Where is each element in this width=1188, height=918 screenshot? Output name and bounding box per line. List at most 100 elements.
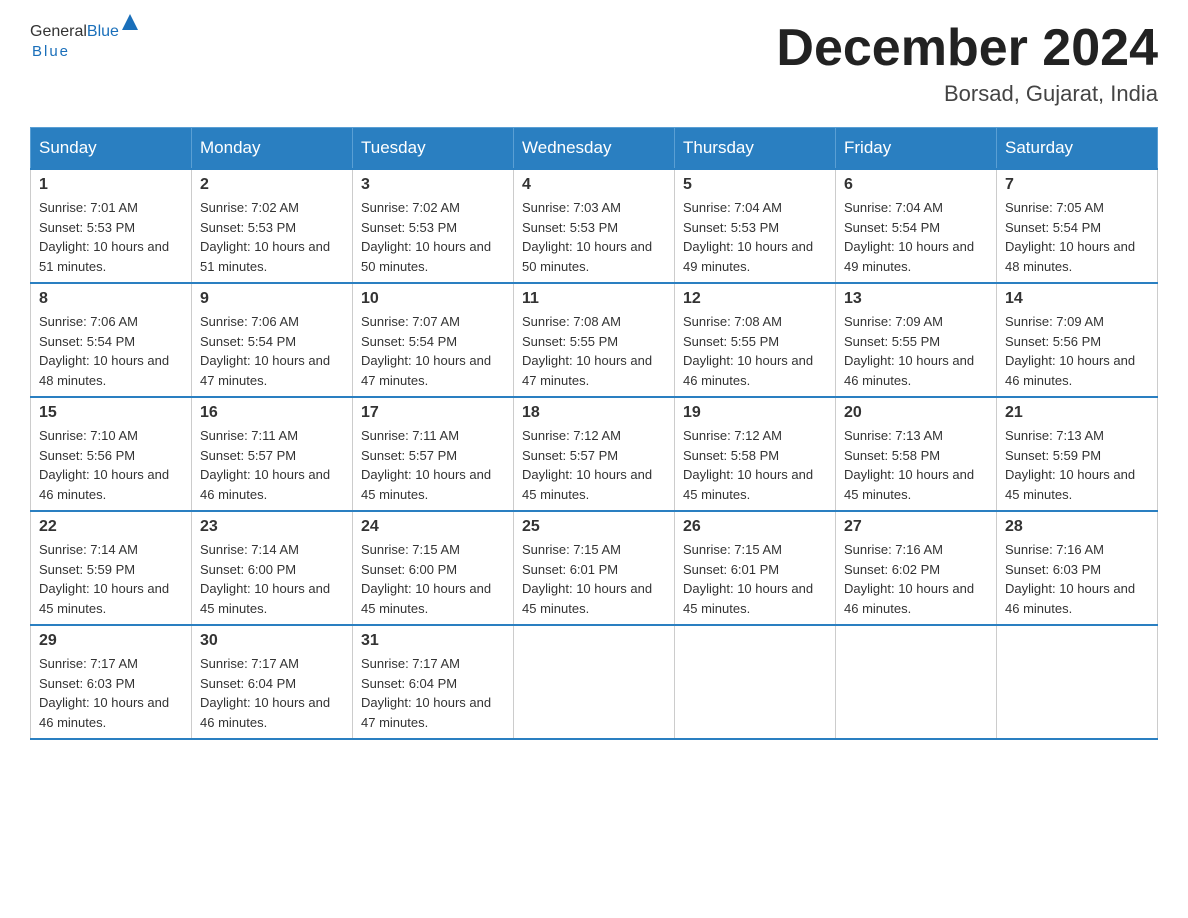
day-info: Sunrise: 7:15 AM Sunset: 6:00 PM Dayligh…: [361, 540, 505, 618]
week-row-4: 22 Sunrise: 7:14 AM Sunset: 5:59 PM Dayl…: [31, 511, 1158, 625]
day-cell: 27 Sunrise: 7:16 AM Sunset: 6:02 PM Dayl…: [836, 511, 997, 625]
day-number: 22: [39, 518, 183, 536]
daylight-label: Daylight: 10 hours and 45 minutes.: [361, 467, 491, 502]
sunset-label: Sunset: 5:54 PM: [200, 334, 296, 349]
daylight-label: Daylight: 10 hours and 47 minutes.: [361, 353, 491, 388]
sunset-label: Sunset: 5:53 PM: [200, 220, 296, 235]
sunrise-label: Sunrise: 7:05 AM: [1005, 200, 1104, 215]
daylight-label: Daylight: 10 hours and 50 minutes.: [361, 239, 491, 274]
sunset-label: Sunset: 5:58 PM: [844, 448, 940, 463]
day-number: 30: [200, 632, 344, 650]
sunset-label: Sunset: 6:04 PM: [200, 676, 296, 691]
day-number: 9: [200, 290, 344, 308]
day-number: 25: [522, 518, 666, 536]
daylight-label: Daylight: 10 hours and 45 minutes.: [1005, 467, 1135, 502]
header-saturday: Saturday: [997, 128, 1158, 170]
daylight-label: Daylight: 10 hours and 49 minutes.: [844, 239, 974, 274]
day-cell: 2 Sunrise: 7:02 AM Sunset: 5:53 PM Dayli…: [192, 169, 353, 283]
calendar-table: SundayMondayTuesdayWednesdayThursdayFrid…: [30, 127, 1158, 740]
day-number: 14: [1005, 290, 1149, 308]
day-cell: 28 Sunrise: 7:16 AM Sunset: 6:03 PM Dayl…: [997, 511, 1158, 625]
daylight-label: Daylight: 10 hours and 46 minutes.: [1005, 581, 1135, 616]
logo: General Blue Blue: [30, 20, 138, 60]
daylight-label: Daylight: 10 hours and 45 minutes.: [683, 581, 813, 616]
sunset-label: Sunset: 5:56 PM: [1005, 334, 1101, 349]
day-cell: [514, 625, 675, 739]
sunset-label: Sunset: 6:02 PM: [844, 562, 940, 577]
day-cell: 23 Sunrise: 7:14 AM Sunset: 6:00 PM Dayl…: [192, 511, 353, 625]
page-header: General Blue Blue December 2024 Borsad, …: [30, 20, 1158, 107]
day-number: 13: [844, 290, 988, 308]
week-row-5: 29 Sunrise: 7:17 AM Sunset: 6:03 PM Dayl…: [31, 625, 1158, 739]
month-title: December 2024: [776, 20, 1158, 77]
daylight-label: Daylight: 10 hours and 45 minutes.: [522, 581, 652, 616]
sunrise-label: Sunrise: 7:10 AM: [39, 428, 138, 443]
day-cell: 16 Sunrise: 7:11 AM Sunset: 5:57 PM Dayl…: [192, 397, 353, 511]
day-number: 11: [522, 290, 666, 308]
sunrise-label: Sunrise: 7:15 AM: [522, 542, 621, 557]
logo-blue-text: Blue: [87, 23, 119, 41]
week-row-2: 8 Sunrise: 7:06 AM Sunset: 5:54 PM Dayli…: [31, 283, 1158, 397]
day-number: 17: [361, 404, 505, 422]
header-wednesday: Wednesday: [514, 128, 675, 170]
day-info: Sunrise: 7:12 AM Sunset: 5:57 PM Dayligh…: [522, 426, 666, 504]
day-info: Sunrise: 7:08 AM Sunset: 5:55 PM Dayligh…: [683, 312, 827, 390]
day-cell: 18 Sunrise: 7:12 AM Sunset: 5:57 PM Dayl…: [514, 397, 675, 511]
daylight-label: Daylight: 10 hours and 46 minutes.: [39, 467, 169, 502]
day-number: 1: [39, 176, 183, 194]
day-info: Sunrise: 7:03 AM Sunset: 5:53 PM Dayligh…: [522, 198, 666, 276]
sunrise-label: Sunrise: 7:14 AM: [200, 542, 299, 557]
header-monday: Monday: [192, 128, 353, 170]
sunset-label: Sunset: 5:54 PM: [844, 220, 940, 235]
sunset-label: Sunset: 5:53 PM: [522, 220, 618, 235]
day-info: Sunrise: 7:12 AM Sunset: 5:58 PM Dayligh…: [683, 426, 827, 504]
daylight-label: Daylight: 10 hours and 47 minutes.: [361, 695, 491, 730]
day-number: 18: [522, 404, 666, 422]
day-info: Sunrise: 7:11 AM Sunset: 5:57 PM Dayligh…: [200, 426, 344, 504]
day-info: Sunrise: 7:15 AM Sunset: 6:01 PM Dayligh…: [522, 540, 666, 618]
week-row-3: 15 Sunrise: 7:10 AM Sunset: 5:56 PM Dayl…: [31, 397, 1158, 511]
sunrise-label: Sunrise: 7:12 AM: [522, 428, 621, 443]
day-info: Sunrise: 7:14 AM Sunset: 6:00 PM Dayligh…: [200, 540, 344, 618]
sunrise-label: Sunrise: 7:06 AM: [200, 314, 299, 329]
sunrise-label: Sunrise: 7:08 AM: [522, 314, 621, 329]
sunset-label: Sunset: 5:59 PM: [39, 562, 135, 577]
day-number: 23: [200, 518, 344, 536]
sunrise-label: Sunrise: 7:04 AM: [844, 200, 943, 215]
day-number: 5: [683, 176, 827, 194]
day-number: 3: [361, 176, 505, 194]
sunset-label: Sunset: 5:55 PM: [844, 334, 940, 349]
daylight-label: Daylight: 10 hours and 45 minutes.: [200, 581, 330, 616]
title-area: December 2024 Borsad, Gujarat, India: [776, 20, 1158, 107]
day-info: Sunrise: 7:15 AM Sunset: 6:01 PM Dayligh…: [683, 540, 827, 618]
day-cell: 1 Sunrise: 7:01 AM Sunset: 5:53 PM Dayli…: [31, 169, 192, 283]
day-number: 24: [361, 518, 505, 536]
day-cell: 20 Sunrise: 7:13 AM Sunset: 5:58 PM Dayl…: [836, 397, 997, 511]
day-info: Sunrise: 7:02 AM Sunset: 5:53 PM Dayligh…: [361, 198, 505, 276]
daylight-label: Daylight: 10 hours and 45 minutes.: [39, 581, 169, 616]
sunset-label: Sunset: 5:53 PM: [683, 220, 779, 235]
sunrise-label: Sunrise: 7:17 AM: [361, 656, 460, 671]
day-number: 12: [683, 290, 827, 308]
sunset-label: Sunset: 6:01 PM: [522, 562, 618, 577]
sunset-label: Sunset: 5:56 PM: [39, 448, 135, 463]
day-cell: 10 Sunrise: 7:07 AM Sunset: 5:54 PM Dayl…: [353, 283, 514, 397]
daylight-label: Daylight: 10 hours and 47 minutes.: [522, 353, 652, 388]
day-number: 4: [522, 176, 666, 194]
sunrise-label: Sunrise: 7:11 AM: [361, 428, 459, 443]
day-cell: 4 Sunrise: 7:03 AM Sunset: 5:53 PM Dayli…: [514, 169, 675, 283]
day-cell: 9 Sunrise: 7:06 AM Sunset: 5:54 PM Dayli…: [192, 283, 353, 397]
day-cell: 17 Sunrise: 7:11 AM Sunset: 5:57 PM Dayl…: [353, 397, 514, 511]
location-subtitle: Borsad, Gujarat, India: [776, 81, 1158, 107]
daylight-label: Daylight: 10 hours and 49 minutes.: [683, 239, 813, 274]
day-cell: 11 Sunrise: 7:08 AM Sunset: 5:55 PM Dayl…: [514, 283, 675, 397]
header-row: SundayMondayTuesdayWednesdayThursdayFrid…: [31, 128, 1158, 170]
day-cell: [836, 625, 997, 739]
daylight-label: Daylight: 10 hours and 46 minutes.: [683, 353, 813, 388]
day-number: 10: [361, 290, 505, 308]
logo-general-text: General: [30, 23, 87, 41]
day-info: Sunrise: 7:09 AM Sunset: 5:56 PM Dayligh…: [1005, 312, 1149, 390]
day-cell: 14 Sunrise: 7:09 AM Sunset: 5:56 PM Dayl…: [997, 283, 1158, 397]
day-cell: 8 Sunrise: 7:06 AM Sunset: 5:54 PM Dayli…: [31, 283, 192, 397]
sunset-label: Sunset: 5:57 PM: [361, 448, 457, 463]
